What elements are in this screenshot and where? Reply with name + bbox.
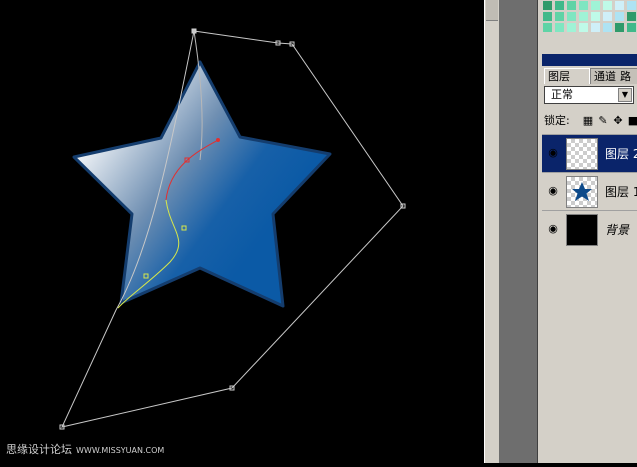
eye-icon[interactable]: ◉ — [544, 144, 562, 162]
tab-paths-label: 路 — [620, 70, 631, 83]
color-swatch[interactable] — [626, 22, 637, 32]
layer-name: 图层 2 — [605, 147, 637, 161]
side-panels: 图层 通道路 正常 ▼ 锁定: ▦ ✎ ✥ ■ ◉ 图层 2 ◉ 图层 1 ◉ … — [537, 0, 637, 463]
color-swatch[interactable] — [554, 22, 565, 32]
watermark-url: WWW.MISSYUAN.COM — [76, 446, 165, 455]
layer-thumbnail — [566, 138, 598, 170]
color-swatch[interactable] — [626, 0, 637, 11]
chevron-down-icon[interactable]: ▼ — [618, 88, 632, 102]
anchor-point — [191, 28, 197, 34]
lock-move-icon[interactable]: ✥ — [612, 115, 624, 127]
color-swatch[interactable] — [602, 0, 613, 11]
color-swatch[interactable] — [602, 11, 613, 22]
layer-row[interactable]: ◉ 图层 2 — [542, 134, 637, 172]
color-swatch[interactable] — [590, 22, 601, 32]
color-swatch[interactable] — [578, 11, 589, 22]
star-shape — [72, 60, 332, 308]
tab-channels-label: 通道 — [594, 70, 616, 83]
layer-row[interactable]: ◉ 背景 — [542, 210, 637, 248]
color-swatch[interactable] — [542, 11, 553, 22]
color-swatch[interactable] — [542, 0, 553, 11]
blend-mode-select[interactable]: 正常 ▼ — [544, 86, 634, 104]
lock-label: 锁定: — [544, 114, 570, 127]
color-swatch[interactable] — [566, 0, 577, 11]
eye-icon[interactable]: ◉ — [544, 220, 562, 238]
color-swatch[interactable] — [566, 22, 577, 32]
color-swatch[interactable] — [566, 11, 577, 22]
color-swatch[interactable] — [614, 0, 625, 11]
panel-tabs: 图层 通道路 — [542, 66, 637, 84]
swatches-panel[interactable] — [542, 0, 637, 32]
lock-paint-icon[interactable]: ✎ — [597, 115, 609, 127]
canvas-artwork — [59, 28, 406, 430]
color-swatch[interactable] — [554, 0, 565, 11]
eye-icon[interactable]: ◉ — [544, 182, 562, 200]
color-swatch[interactable] — [614, 11, 625, 22]
star-thumb-icon — [572, 182, 592, 201]
layer-thumbnail — [566, 176, 598, 208]
color-swatch[interactable] — [578, 0, 589, 11]
lock-transparency-icon[interactable]: ▦ — [582, 115, 594, 127]
color-swatch[interactable] — [590, 11, 601, 22]
document-canvas[interactable] — [0, 0, 484, 463]
control-handle — [216, 138, 220, 142]
color-swatch[interactable] — [542, 22, 553, 32]
layers-panel-titlebar[interactable] — [542, 54, 637, 66]
scrollbar-thumb[interactable] — [486, 0, 498, 21]
layer-name: 背景 — [605, 223, 630, 237]
lock-all-icon[interactable]: ■ — [627, 115, 637, 127]
watermark: 思缘设计论坛 WWW.MISSYUAN.COM — [6, 441, 164, 457]
color-swatch[interactable] — [590, 0, 601, 11]
layer-row[interactable]: ◉ 图层 1 — [542, 172, 637, 210]
workspace-background — [499, 0, 537, 463]
color-swatch[interactable] — [578, 22, 589, 32]
layer-thumbnail — [566, 214, 598, 246]
color-swatch[interactable] — [626, 11, 637, 22]
tab-channels[interactable]: 通道路 — [590, 68, 637, 84]
color-swatch[interactable] — [614, 22, 625, 32]
layer-name: 图层 1 — [605, 185, 637, 199]
color-swatch[interactable] — [602, 22, 613, 32]
blend-mode-value: 正常 — [551, 88, 573, 101]
color-swatch[interactable] — [554, 11, 565, 22]
lock-row: 锁定: ▦ ✎ ✥ ■ — [544, 112, 637, 130]
tab-layers[interactable]: 图层 — [544, 68, 590, 84]
watermark-text: 思缘设计论坛 — [6, 443, 72, 456]
vertical-scrollbar[interactable] — [484, 0, 499, 463]
